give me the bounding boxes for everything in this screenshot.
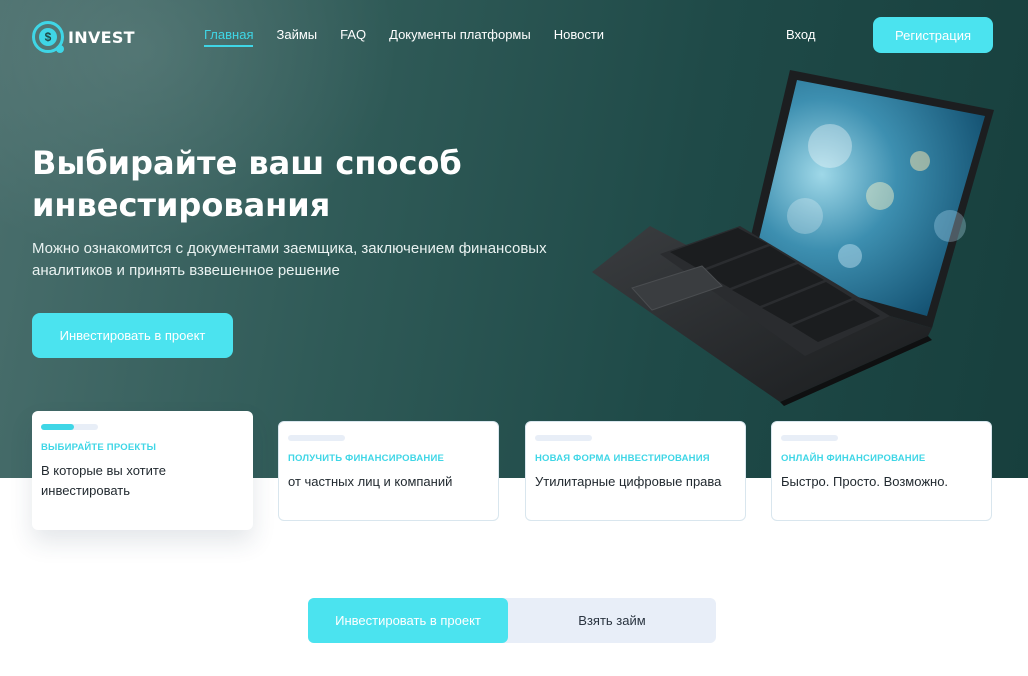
hero-title: Выбирайте ваш способ инвестирования <box>32 142 552 226</box>
hero-title-line-2: инвестирования <box>32 186 331 224</box>
invest-cta-button[interactable]: Инвестировать в проект <box>32 313 233 358</box>
feature-card-projects[interactable]: Выбирайте проекты В которые вы хотите ин… <box>32 411 253 530</box>
card-progress-fill <box>41 424 75 430</box>
nav-item-news[interactable]: Новости <box>554 27 604 47</box>
card-title: Новая форма инвестирования <box>535 453 710 464</box>
card-progress-bar <box>41 424 98 430</box>
laptop-image <box>592 70 994 406</box>
hero-title-line-1: Выбирайте ваш способ <box>32 144 462 182</box>
main-nav: Главная Займы FAQ Документы платформы Но… <box>204 27 627 47</box>
hero-section: $ INVEST Главная Займы FAQ Документы пла… <box>0 0 1028 478</box>
tab-borrow[interactable]: Взять займ <box>508 598 716 643</box>
feature-card-online[interactable]: Онлайн финансирование Быстро. Просто. Во… <box>771 421 992 521</box>
hero-subtitle-line-2: аналитиков и принять взвешенное решение <box>32 262 340 279</box>
hero-subtitle: Можно ознакомится с документами заемщика… <box>32 238 602 282</box>
dollar-glyph: $ <box>39 28 57 46</box>
nav-item-home[interactable]: Главная <box>204 27 254 47</box>
nav-item-loans[interactable]: Займы <box>276 27 317 47</box>
card-text-line-1: В которые вы хотите <box>41 463 166 478</box>
card-progress-bar <box>781 435 838 441</box>
logo-text: INVEST <box>68 27 135 47</box>
card-text: В которые вы хотите инвестировать <box>41 461 244 501</box>
tab-invest[interactable]: Инвестировать в проект <box>308 598 508 643</box>
nav-item-documents[interactable]: Документы платформы <box>389 27 531 47</box>
card-text: Быстро. Просто. Возможно. <box>781 474 949 489</box>
feature-card-financing[interactable]: Получить финансирование от частных лиц и… <box>278 421 499 521</box>
feature-card-new-form[interactable]: Новая форма инвестирования Утилитарные ц… <box>525 421 746 521</box>
dollar-coin-icon: $ <box>32 21 64 53</box>
card-progress-bar <box>288 435 345 441</box>
login-link[interactable]: Вход <box>786 27 815 42</box>
card-text: от частных лиц и компаний <box>288 474 453 489</box>
register-button[interactable]: Регистрация <box>873 17 993 53</box>
card-title: Онлайн финансирование <box>781 453 926 464</box>
card-title: Выбирайте проекты <box>41 442 157 453</box>
card-text: Утилитарные цифровые права <box>535 474 722 489</box>
card-progress-bar <box>535 435 592 441</box>
mode-tabs: Инвестировать в проект Взять займ <box>308 598 716 643</box>
hero-subtitle-line-1: Можно ознакомится с документами заемщика… <box>32 240 547 257</box>
logo[interactable]: $ INVEST <box>32 20 135 54</box>
card-text-line-2: инвестировать <box>41 483 131 498</box>
nav-item-faq[interactable]: FAQ <box>340 27 366 47</box>
card-title: Получить финансирование <box>288 453 445 464</box>
